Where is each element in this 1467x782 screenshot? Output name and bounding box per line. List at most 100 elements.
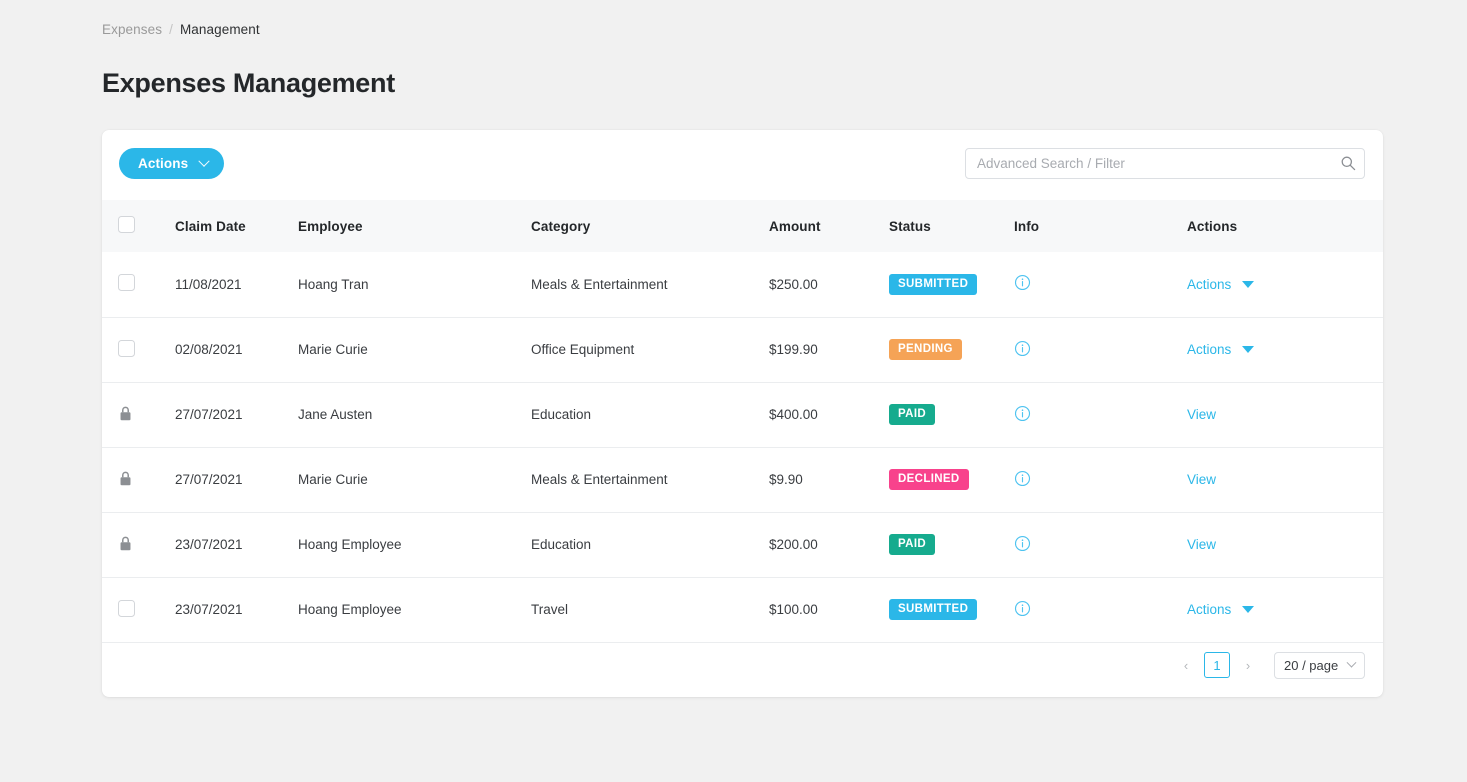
bulk-actions-label: Actions <box>138 156 189 171</box>
table-header-row: Claim Date Employee Category Amount Stat… <box>102 200 1383 252</box>
cell-status: SUBMITTED <box>889 252 1014 318</box>
table-header: Claim Date Employee Category Amount Stat… <box>102 200 1383 252</box>
cell-status: PENDING <box>889 317 1014 383</box>
cell-actions: View <box>1187 447 1383 513</box>
bulk-actions-button[interactable]: Actions <box>119 148 225 179</box>
cell-info <box>1014 447 1187 513</box>
expenses-management-page: Expenses / Management Expenses Managemen… <box>0 0 1467 782</box>
caret-down-icon[interactable] <box>1242 346 1255 353</box>
row-select-cell <box>102 317 175 383</box>
select-all-header <box>102 200 175 252</box>
cell-amount: $199.90 <box>769 317 889 383</box>
column-header-info: Info <box>1014 200 1187 252</box>
cell-actions: Actions <box>1187 317 1383 383</box>
row-select-cell <box>102 512 175 578</box>
cell-claim-date: 23/07/2021 <box>175 512 298 578</box>
row-actions-link[interactable]: Actions <box>1187 277 1231 292</box>
lock-icon <box>118 470 133 487</box>
page-title: Expenses Management <box>102 68 395 98</box>
status-badge: DECLINED <box>889 468 969 491</box>
status-badge: PAID <box>889 403 936 426</box>
breadcrumb-item-management: Management <box>179 22 260 37</box>
info-icon[interactable] <box>1014 470 1031 487</box>
table-row: 02/08/2021 Marie Curie Office Equipment $19… <box>102 317 1383 383</box>
caret-down-icon[interactable] <box>1242 606 1255 613</box>
info-icon[interactable] <box>1014 340 1031 357</box>
view-link[interactable]: View <box>1187 537 1216 552</box>
cell-category: Office Equipment <box>531 317 769 383</box>
table-row: 23/07/2021 Hoang Employee Education $200.00… <box>102 512 1383 578</box>
cell-employee: Hoang Tran <box>298 252 531 318</box>
search-field-wrapper <box>965 148 1365 179</box>
cell-amount: $250.00 <box>769 252 889 318</box>
row-actions-link[interactable]: Actions <box>1187 602 1231 617</box>
cell-claim-date: 27/07/2021 <box>175 447 298 513</box>
breadcrumb-item-expenses[interactable]: Expenses <box>102 22 162 37</box>
cell-status: PAID <box>889 512 1014 578</box>
table-row: 27/07/2021 Jane Austen Education $400.00 PAI… <box>102 382 1383 448</box>
cell-employee: Jane Austen <box>298 382 531 448</box>
expenses-card: Actions Advanced Search / Filter Claim D… <box>102 130 1383 697</box>
status-badge: PENDING <box>889 338 962 361</box>
column-header-claim-date[interactable]: Claim Date <box>175 200 298 252</box>
cell-amount: $200.00 <box>769 512 889 578</box>
column-header-actions: Actions <box>1187 200 1383 252</box>
caret-down-icon[interactable] <box>1242 280 1255 288</box>
pagination-next-button[interactable]: › <box>1240 652 1256 678</box>
pagination-prev-button[interactable]: ‹ <box>1178 652 1194 678</box>
cell-status: DECLINED <box>889 447 1014 513</box>
cell-amount: $9.90 <box>769 447 889 513</box>
column-header-status[interactable]: Status <box>889 200 1014 252</box>
cell-claim-date: 27/07/2021 <box>175 382 298 448</box>
cell-claim-date: 11/08/2021 <box>175 252 298 318</box>
row-checkbox[interactable] <box>118 599 135 617</box>
search-input[interactable] <box>965 148 1365 179</box>
row-select-cell <box>102 447 175 513</box>
cell-info <box>1014 252 1187 318</box>
row-select-cell <box>102 382 175 448</box>
status-badge: SUBMITTED <box>889 273 978 295</box>
cell-employee: Marie Curie <box>298 447 531 513</box>
cell-actions: View <box>1187 382 1383 448</box>
column-header-employee[interactable]: Employee <box>298 200 531 252</box>
chevron-down-icon <box>198 155 210 167</box>
column-header-category[interactable]: Category <box>531 200 769 252</box>
cell-claim-date: 02/08/2021 <box>175 317 298 383</box>
cell-employee: Hoang Employee <box>298 512 531 578</box>
table-row: 27/07/2021 Marie Curie Meals & Entertainme… <box>102 447 1383 513</box>
cell-actions: Actions <box>1187 252 1383 318</box>
status-badge: SUBMITTED <box>889 598 978 621</box>
select-all-checkbox[interactable] <box>118 216 135 233</box>
cell-amount: $400.00 <box>769 382 889 448</box>
info-icon[interactable] <box>1014 600 1031 617</box>
table-row: 11/08/2021 Hoang Tran Meals & Entertainmen… <box>102 252 1383 318</box>
view-link[interactable]: View <box>1187 407 1216 422</box>
info-icon[interactable] <box>1014 405 1031 422</box>
row-select-cell <box>102 252 175 318</box>
row-actions-link[interactable]: Actions <box>1187 342 1231 357</box>
chevron-down-icon <box>1346 657 1357 668</box>
pagination: ‹ 1 › 20 / page <box>102 633 1383 697</box>
cell-category: Education <box>531 382 769 448</box>
cell-category: Meals & Entertainment <box>531 447 769 513</box>
info-icon[interactable] <box>1014 274 1031 291</box>
status-badge: PAID <box>889 533 936 556</box>
cell-info <box>1014 382 1187 448</box>
column-header-amount[interactable]: Amount <box>769 200 889 252</box>
cell-status: PAID <box>889 382 1014 448</box>
expenses-table: Claim Date Employee Category Amount Stat… <box>102 200 1383 643</box>
lock-icon <box>118 405 133 422</box>
row-checkbox[interactable] <box>118 339 135 357</box>
cell-category: Education <box>531 512 769 578</box>
view-link[interactable]: View <box>1187 472 1216 487</box>
search-icon[interactable] <box>1340 155 1356 171</box>
table-body: 11/08/2021 Hoang Tran Meals & Entertainmen… <box>102 252 1383 643</box>
page-size-select[interactable]: 20 / page <box>1274 651 1365 679</box>
pagination-page-1[interactable]: 1 <box>1204 652 1230 678</box>
cell-info <box>1014 317 1187 383</box>
cell-actions: View <box>1187 512 1383 578</box>
info-icon[interactable] <box>1014 535 1031 552</box>
page-size-label: 20 / page <box>1284 657 1339 673</box>
row-checkbox[interactable] <box>118 274 135 292</box>
cell-category: Meals & Entertainment <box>531 252 769 318</box>
